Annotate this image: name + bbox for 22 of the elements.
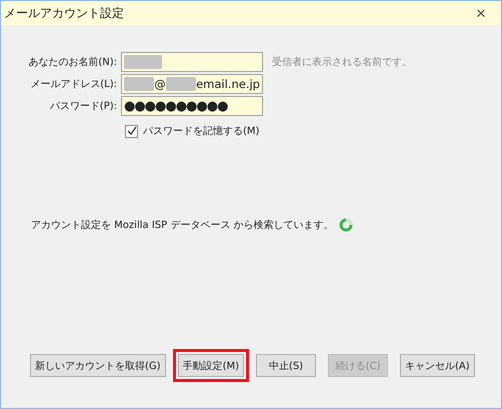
dialog-button[interactable]: 新しいアカウントを取得(G) — [30, 354, 166, 377]
input-field[interactable] — [121, 52, 263, 72]
redaction-mark — [124, 77, 154, 91]
field-label: あなたのお名前(N): — [27, 56, 117, 69]
checkbox-label: パスワードを記憶する(M) — [143, 124, 260, 138]
redaction-mark — [124, 55, 162, 69]
dialog-button[interactable]: キャンセル(A) — [400, 354, 475, 377]
field-value: email.ne.jp — [196, 77, 260, 91]
field-label: メールアドレス(L): — [29, 78, 117, 91]
redaction-mark — [166, 77, 196, 91]
input-field[interactable]: @ email.ne.jp — [121, 74, 263, 94]
checkbox[interactable] — [125, 124, 138, 138]
status-text: アカウント設定を Mozilla ISP データベース から検索しています。 — [31, 218, 334, 232]
dialog-button[interactable]: 中止(S) — [256, 354, 316, 377]
field-hint: 受信者に表示される名前です。 — [272, 56, 412, 69]
dialog-button[interactable]: 手動設定(M) — [178, 354, 244, 377]
field-label: パスワード(P): — [48, 100, 117, 113]
field-value: @ — [154, 77, 166, 91]
window-title: メールアカウント設定 — [4, 4, 124, 22]
close-button[interactable]: ✕ — [461, 1, 501, 25]
input-field[interactable]: ●●●●●●●●●● — [121, 96, 263, 116]
password-dots: ●●●●●●●●●● — [124, 98, 228, 114]
